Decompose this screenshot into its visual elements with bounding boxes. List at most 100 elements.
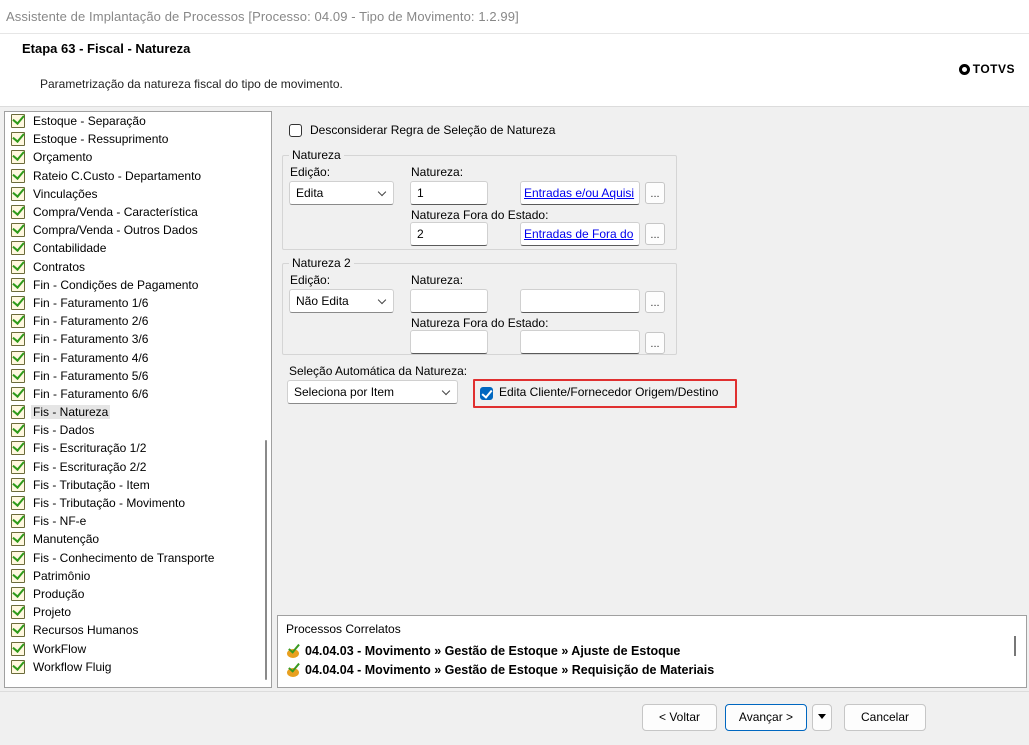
tree-item[interactable]: Orçamento (5, 148, 271, 166)
tree-item[interactable]: Fin - Faturamento 3/6 (5, 330, 271, 348)
auto-selection-value: Seleciona por Item (294, 385, 395, 399)
next-dropdown-button[interactable] (812, 704, 832, 731)
step-description: Parametrização da natureza fiscal do tip… (40, 77, 343, 91)
tree-item-label: Produção (33, 586, 85, 601)
related-process-item[interactable]: 04.04.04 - Movimento » Gestão de Estoque… (286, 662, 714, 678)
totvs-logo-icon (958, 63, 970, 75)
completed-check-icon (11, 132, 25, 147)
tree-item[interactable]: Fis - Tributação - Item (5, 476, 271, 494)
natureza2-fora-lookup-button[interactable]: ... (645, 332, 665, 354)
natureza2-fora-label: Natureza Fora do Estado: (411, 316, 549, 330)
tree-item-label: Contratos (33, 259, 86, 274)
natureza-label: Natureza: (411, 165, 464, 179)
natureza-lookup-button[interactable]: ... (645, 182, 665, 204)
tree-item-label: Fin - Faturamento 2/6 (33, 314, 149, 329)
tree-item[interactable]: Projeto (5, 603, 271, 621)
auto-selection-select[interactable]: Seleciona por Item (287, 380, 458, 404)
related-process-label: 04.04.03 - Movimento » Gestão de Estoque… (305, 644, 681, 658)
tree-item[interactable]: Estoque - Separação (5, 112, 271, 130)
completed-check-icon (11, 423, 25, 438)
tree-item[interactable]: Fin - Faturamento 5/6 (5, 367, 271, 385)
tree-item[interactable]: Contratos (5, 258, 271, 276)
natureza2-edicao-select[interactable]: Não Edita (289, 289, 394, 313)
caret-down-icon (818, 714, 826, 720)
completed-check-icon (11, 496, 25, 511)
tree-item-label: Rateio C.Custo - Departamento (33, 168, 202, 183)
totvs-logo: TOTVS (958, 62, 1015, 76)
tree-item[interactable]: WorkFlow (5, 639, 271, 657)
chevron-down-icon (441, 386, 451, 396)
tree-item-label: Fis - Dados (33, 423, 95, 438)
completed-check-icon (11, 659, 25, 674)
tree-item[interactable]: Patrimônio (5, 567, 271, 585)
natureza-edicao-select[interactable]: Edita (289, 181, 394, 205)
title-bar: Assistente de Implantação de Processos [… (0, 0, 1029, 34)
tree-item[interactable]: Fis - Escrituração 1/2 (5, 439, 271, 457)
step-title: Etapa 63 - Fiscal - Natureza (22, 41, 191, 56)
edit-client-checkbox[interactable] (480, 387, 493, 401)
completed-check-icon (11, 295, 25, 310)
completed-check-icon (11, 641, 25, 656)
tree-item[interactable]: Fis - Dados (5, 421, 271, 439)
tree-item[interactable]: Fis - Escrituração 2/2 (5, 458, 271, 476)
tree-item-label: Compra/Venda - Outros Dados (33, 223, 198, 238)
back-button[interactable]: < Voltar (642, 704, 717, 731)
tree-item[interactable]: Fin - Faturamento 2/6 (5, 312, 271, 330)
tree-item-label: Orçamento (33, 150, 93, 165)
tree-item[interactable]: Estoque - Ressuprimento (5, 130, 271, 148)
tree-item[interactable]: Vinculações (5, 185, 271, 203)
natureza-fora-input[interactable]: 2 (410, 222, 488, 246)
tree-item[interactable]: Fin - Faturamento 4/6 (5, 348, 271, 366)
tree-item[interactable]: Fis - Tributação - Movimento (5, 494, 271, 512)
cancel-button[interactable]: Cancelar (844, 704, 926, 731)
tree-item-label: Contabilidade (33, 241, 107, 256)
chevron-down-icon (377, 187, 387, 197)
tree-item[interactable]: Fis - NF-e (5, 512, 271, 530)
tree-item-label: Fin - Faturamento 3/6 (33, 332, 149, 347)
related-scrollbar[interactable] (1014, 636, 1016, 656)
related-process-item[interactable]: 04.04.03 - Movimento » Gestão de Estoque… (286, 643, 680, 659)
completed-check-icon (11, 350, 25, 365)
natureza-fora-lookup-button[interactable]: ... (645, 223, 665, 245)
natureza2-input[interactable] (410, 289, 488, 313)
tree-item[interactable]: Rateio C.Custo - Departamento (5, 167, 271, 185)
natureza2-lookup-button[interactable]: ... (645, 291, 665, 313)
edit-client-label: Edita Cliente/Fornecedor Origem/Destino (499, 385, 719, 399)
tree-item[interactable]: Produção (5, 585, 271, 603)
natureza-fora-description-link[interactable]: Entradas de Fora do (520, 222, 640, 246)
tree-item-label: Manutenção (33, 532, 100, 547)
tree-item[interactable]: Fis - Conhecimento de Transporte (5, 549, 271, 567)
completed-check-icon (11, 168, 25, 183)
tree-item[interactable]: Contabilidade (5, 239, 271, 257)
tree-item[interactable]: Manutenção (5, 530, 271, 548)
wizard-header: Etapa 63 - Fiscal - Natureza Parametriza… (0, 34, 1029, 106)
tree-item[interactable]: Compra/Venda - Outros Dados (5, 221, 271, 239)
natureza-group: Natureza Edição: Edita Natureza: 1 Entra… (282, 148, 677, 250)
completed-check-icon (11, 623, 25, 638)
tree-item[interactable]: Workflow Fluig (5, 658, 271, 676)
next-button[interactable]: Avançar > (725, 704, 807, 731)
tree-item[interactable]: Fin - Condições de Pagamento (5, 276, 271, 294)
disregard-rule-checkbox[interactable] (289, 124, 302, 137)
tree-item[interactable]: Fin - Faturamento 1/6 (5, 294, 271, 312)
completed-check-icon (11, 368, 25, 383)
completed-check-icon (11, 259, 25, 274)
natureza-input[interactable]: 1 (410, 181, 488, 205)
related-processes-panel: Processos Correlatos 04.04.03 - Moviment… (277, 615, 1027, 688)
completed-check-icon (11, 586, 25, 601)
natureza2-fora-input[interactable] (410, 330, 488, 354)
natureza-fora-label: Natureza Fora do Estado: (411, 208, 549, 222)
tree-item[interactable]: Fin - Faturamento 6/6 (5, 385, 271, 403)
tree-scrollbar[interactable] (265, 440, 267, 680)
tree-item[interactable]: Fis - Natureza (5, 403, 271, 421)
step-tree[interactable]: Estoque - Separação Estoque - Ressuprimen… (4, 111, 272, 688)
tree-item-label: Workflow Fluig (33, 659, 112, 674)
natureza2-fora-description-field[interactable] (520, 330, 640, 354)
completed-check-icon (11, 114, 25, 129)
tree-item-label: WorkFlow (33, 641, 87, 656)
natureza-description-link[interactable]: Entradas e/ou Aquisi (520, 181, 640, 205)
tree-item-label: Fis - Escrituração 2/2 (33, 459, 147, 474)
tree-item[interactable]: Recursos Humanos (5, 621, 271, 639)
natureza2-description-field[interactable] (520, 289, 640, 313)
tree-item[interactable]: Compra/Venda - Característica (5, 203, 271, 221)
